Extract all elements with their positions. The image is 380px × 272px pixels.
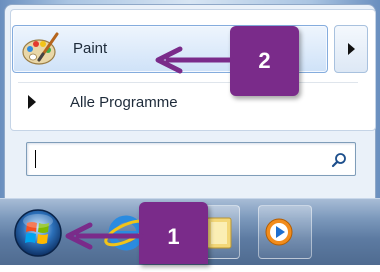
windows-media-player-icon <box>265 218 293 246</box>
all-programs-label: Alle Programme <box>70 94 178 111</box>
annotation-badge-1: 1 <box>139 202 208 264</box>
windows-media-player-button[interactable] <box>258 205 312 259</box>
search-input[interactable] <box>26 142 356 176</box>
text-caret <box>35 150 36 168</box>
paint-palette-icon <box>22 32 59 65</box>
triangle-right-icon <box>28 95 36 109</box>
all-programs-item[interactable]: Alle Programme <box>18 88 358 118</box>
chevron-right-icon <box>348 43 355 55</box>
menu-separator <box>18 82 358 83</box>
annotation-badge-2: 2 <box>230 26 299 96</box>
search-icon[interactable] <box>331 152 347 168</box>
program-item-paint-label: Paint <box>73 40 108 57</box>
paint-jump-list-button[interactable] <box>334 25 368 73</box>
start-menu: Paint Alle Programme <box>0 0 380 198</box>
windows-orb-icon[interactable] <box>13 208 63 258</box>
